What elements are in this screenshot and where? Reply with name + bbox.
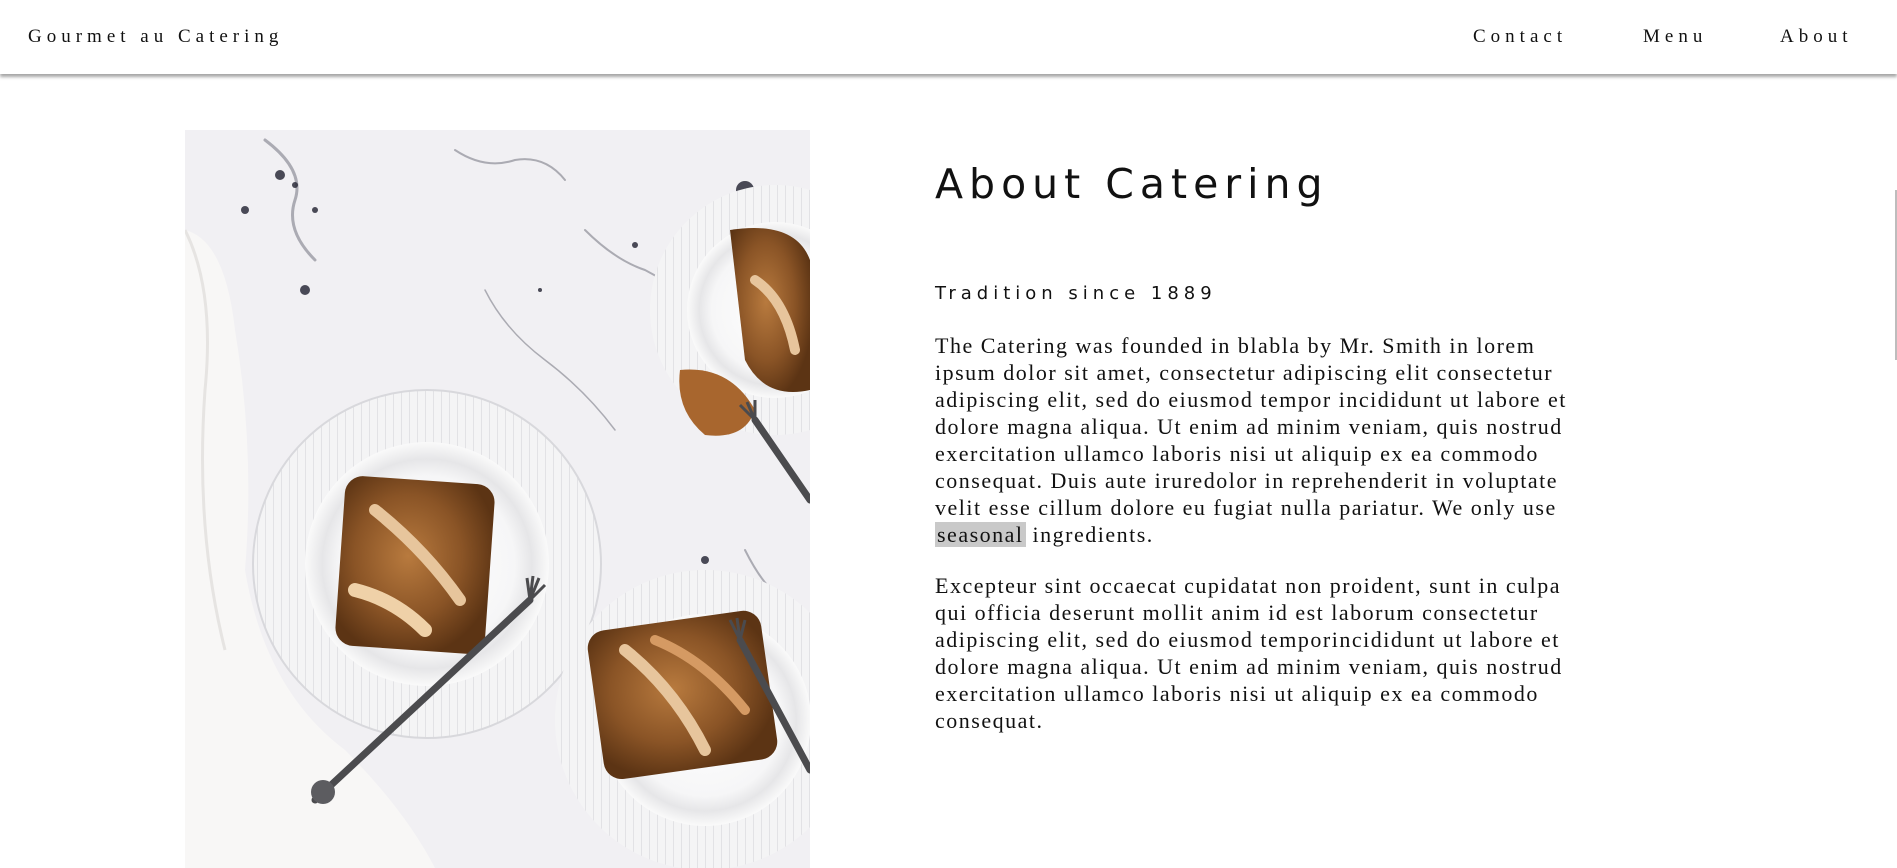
about-paragraph-1: The Catering was founded in blabla by Mr… (935, 332, 1575, 548)
nav-menu[interactable]: Menu (1643, 26, 1707, 48)
page-title: About Catering (935, 160, 1329, 208)
top-navbar: Gourmet au Catering Contact Menu About (0, 0, 1897, 74)
nav-about[interactable]: About (1780, 26, 1853, 48)
about-paragraph-2: Excepteur sint occaecat cupidatat non pr… (935, 573, 1563, 733)
tart-photo (185, 130, 810, 868)
about-content: About Catering Tradition since 1889 The … (935, 160, 1575, 734)
highlighted-word: seasonal (935, 522, 1026, 547)
paragraph-1-text: The Catering was founded in blabla by Mr… (935, 333, 1567, 520)
tart-photo-illustration (185, 130, 810, 868)
brand-link[interactable]: Gourmet au Catering (28, 26, 283, 48)
nav-contact[interactable]: Contact (1473, 26, 1567, 48)
subtitle: Tradition since 1889 (935, 283, 1217, 304)
paragraph-1-end: ingredients. (1032, 522, 1154, 547)
